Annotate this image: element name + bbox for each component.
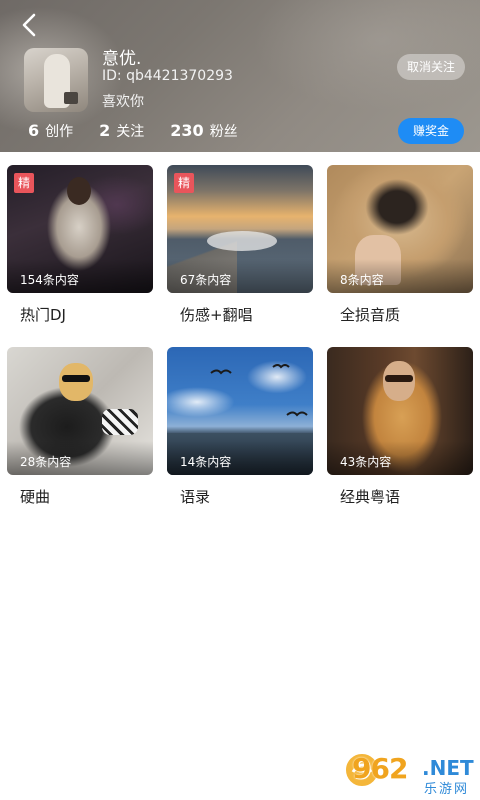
playlist-title: 语录	[180, 488, 211, 506]
playlist-card[interactable]: 14条内容 语录	[167, 347, 313, 529]
stat-number: 230	[170, 121, 204, 140]
content-count: 43条内容	[340, 455, 392, 469]
profile-header: 意优. ID: qb4421370293 喜欢你 取消关注 6 创作 2 关注 …	[0, 0, 480, 152]
user-bio: 喜欢你	[102, 94, 144, 110]
content-count: 154条内容	[20, 273, 79, 287]
stat-label: 粉丝	[209, 124, 238, 140]
profile-page: 意优. ID: qb4421370293 喜欢你 取消关注 6 创作 2 关注 …	[0, 0, 480, 800]
content-count: 28条内容	[20, 455, 72, 469]
site-watermark: 962 .NET 乐游网	[342, 748, 476, 797]
user-id: ID: qb4421370293	[102, 68, 233, 84]
content-count: 67条内容	[180, 273, 232, 287]
back-icon[interactable]	[14, 10, 44, 40]
playlist-cover: 精 67条内容	[167, 165, 313, 293]
stat-label: 关注	[116, 124, 145, 140]
stat-number: 2	[99, 121, 111, 140]
stat-following[interactable]: 2 关注	[99, 121, 144, 141]
unfollow-button[interactable]: 取消关注	[397, 54, 465, 80]
stat-label: 创作	[45, 124, 74, 140]
playlist-grid: 精 154条内容 热门DJ 精 67条内容 伤感+翻唱 8条内容 全损音质 28…	[0, 152, 480, 529]
playlist-cover: 28条内容	[7, 347, 153, 475]
stat-creations[interactable]: 6 创作	[28, 121, 73, 141]
watermark-text: 乐游网	[424, 782, 470, 797]
profile-stats: 6 创作 2 关注 230 粉丝	[28, 121, 264, 141]
playlist-title: 硬曲	[20, 488, 51, 506]
watermark-number: 962	[352, 752, 408, 785]
playlist-card[interactable]: 精 67条内容 伤感+翻唱	[167, 165, 313, 347]
playlist-card[interactable]: 28条内容 硬曲	[7, 347, 153, 529]
stat-number: 6	[28, 121, 40, 140]
playlist-card[interactable]: 8条内容 全损音质	[327, 165, 473, 347]
playlist-card[interactable]: 43条内容 经典粤语	[327, 347, 473, 529]
playlist-title: 经典粤语	[340, 488, 401, 506]
featured-badge: 精	[174, 173, 194, 193]
playlist-cover: 43条内容	[327, 347, 473, 475]
reward-button[interactable]: 赚奖金	[398, 118, 464, 144]
watermark-net: .NET	[422, 756, 474, 780]
featured-badge: 精	[14, 173, 34, 193]
playlist-title: 全损音质	[340, 306, 401, 324]
playlist-cover: 精 154条内容	[7, 165, 153, 293]
content-count: 8条内容	[340, 273, 384, 287]
avatar[interactable]	[24, 48, 88, 112]
playlist-card[interactable]: 精 154条内容 热门DJ	[7, 165, 153, 347]
user-name: 意优.	[102, 49, 142, 69]
playlist-cover: 8条内容	[327, 165, 473, 293]
playlist-cover: 14条内容	[167, 347, 313, 475]
playlist-title: 伤感+翻唱	[180, 306, 253, 324]
stat-fans[interactable]: 230 粉丝	[170, 121, 237, 141]
content-count: 14条内容	[180, 455, 232, 469]
playlist-title: 热门DJ	[20, 306, 66, 324]
